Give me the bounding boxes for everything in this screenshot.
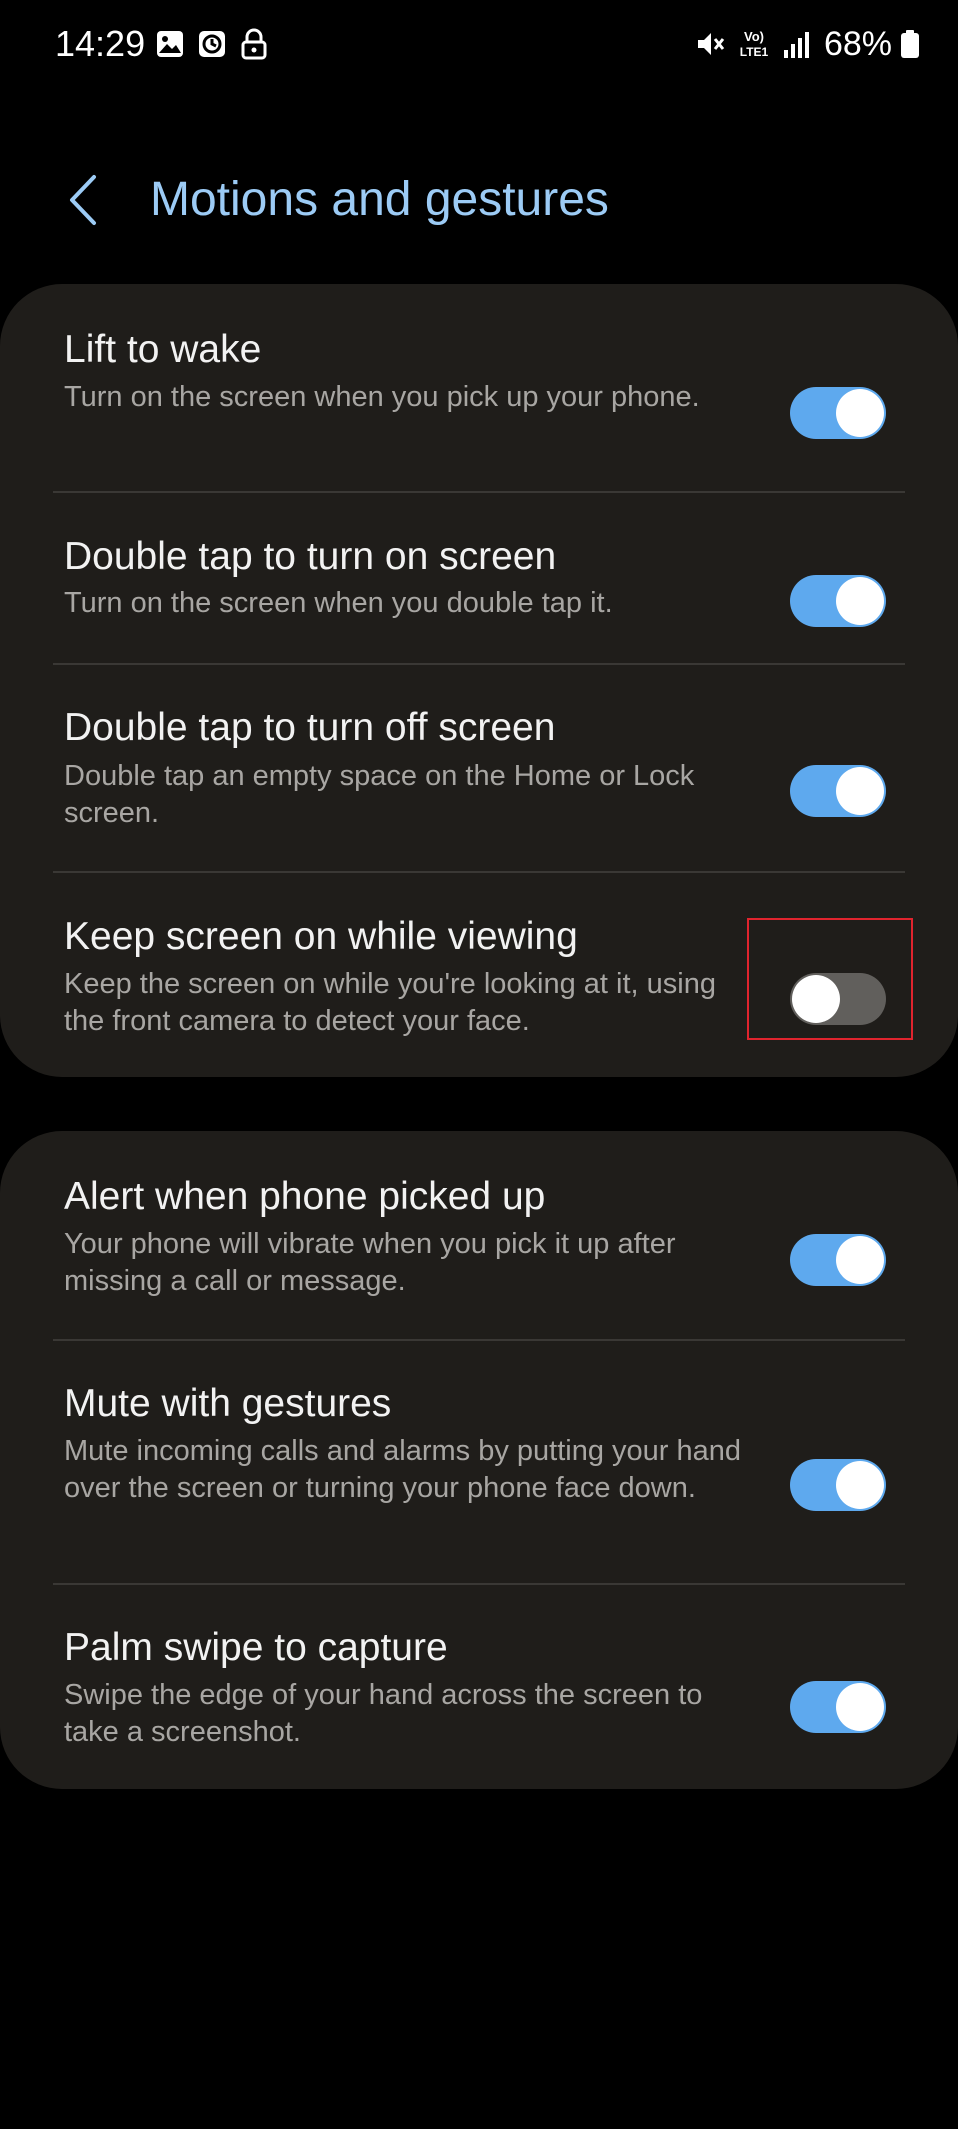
chevron-left-icon bbox=[70, 175, 96, 225]
svg-text:LTE1: LTE1 bbox=[740, 45, 769, 59]
setting-title: Keep screen on while viewing bbox=[64, 915, 578, 958]
gallery-icon bbox=[157, 31, 183, 57]
double-tap-off-toggle[interactable] bbox=[790, 765, 886, 817]
setting-title: Alert when phone picked up bbox=[64, 1175, 546, 1218]
setting-double-tap-off[interactable]: Double tap to turn off screen Double tap… bbox=[0, 665, 958, 871]
settings-group-2: Alert when phone picked up Your phone wi… bbox=[0, 1131, 958, 1789]
setting-lift-to-wake[interactable]: Lift to wake Turn on the screen when you… bbox=[0, 284, 958, 491]
status-bar: 14:29 Vo) LTE1 68% bbox=[0, 0, 958, 88]
svg-text:Vo): Vo) bbox=[744, 29, 764, 44]
setting-description: Swipe the edge of your hand across the s… bbox=[64, 1679, 703, 1748]
volte-icon: Vo) LTE1 bbox=[740, 29, 769, 59]
setting-double-tap-on[interactable]: Double tap to turn on screen Turn on the… bbox=[0, 493, 958, 663]
toggle-knob bbox=[836, 577, 884, 625]
setting-description: Double tap an empty space on the Home or… bbox=[64, 760, 695, 829]
toggle-knob bbox=[836, 1461, 884, 1509]
highlight-box bbox=[747, 918, 913, 1040]
toggle-knob bbox=[836, 1236, 884, 1284]
setting-mute-gestures[interactable]: Mute with gestures Mute incoming calls a… bbox=[0, 1341, 958, 1583]
toggle-knob bbox=[836, 389, 884, 437]
setting-title: Mute with gestures bbox=[64, 1382, 392, 1425]
header: Motions and gestures bbox=[0, 160, 958, 240]
status-right: Vo) LTE1 68% bbox=[694, 22, 920, 66]
lift-to-wake-toggle[interactable] bbox=[790, 387, 886, 439]
alert-picked-up-toggle[interactable] bbox=[790, 1234, 886, 1286]
setting-description: Turn on the screen when you double tap i… bbox=[64, 587, 613, 619]
setting-palm-swipe[interactable]: Palm swipe to capture Swipe the edge of … bbox=[0, 1585, 958, 1789]
status-time: 14:29 bbox=[55, 23, 146, 64]
toggle-knob bbox=[836, 1683, 884, 1731]
signal-icon bbox=[783, 32, 809, 58]
mute-icon bbox=[697, 33, 725, 55]
back-button[interactable] bbox=[58, 170, 108, 230]
setting-description: Keep the screen on while you're looking … bbox=[64, 968, 716, 1037]
setting-description: Your phone will vibrate when you pick it… bbox=[64, 1228, 676, 1297]
lock-icon bbox=[241, 28, 267, 60]
page-title: Motions and gestures bbox=[150, 173, 609, 226]
setting-title: Double tap to turn on screen bbox=[64, 535, 557, 578]
setting-title: Double tap to turn off screen bbox=[64, 706, 556, 749]
double-tap-on-toggle[interactable] bbox=[790, 575, 886, 627]
battery-percent: 68% bbox=[823, 25, 892, 63]
alarm-icon bbox=[199, 31, 225, 57]
status-left-icons bbox=[154, 28, 270, 60]
toggle-knob bbox=[836, 767, 884, 815]
setting-description: Turn on the screen when you pick up your… bbox=[64, 381, 700, 413]
battery-icon bbox=[901, 30, 919, 58]
mute-gestures-toggle[interactable] bbox=[790, 1459, 886, 1511]
palm-swipe-toggle[interactable] bbox=[790, 1681, 886, 1733]
setting-description: Mute incoming calls and alarms by puttin… bbox=[64, 1435, 742, 1504]
setting-title: Lift to wake bbox=[64, 328, 262, 371]
setting-title: Palm swipe to capture bbox=[64, 1626, 448, 1669]
setting-alert-picked-up[interactable]: Alert when phone picked up Your phone wi… bbox=[0, 1131, 958, 1339]
